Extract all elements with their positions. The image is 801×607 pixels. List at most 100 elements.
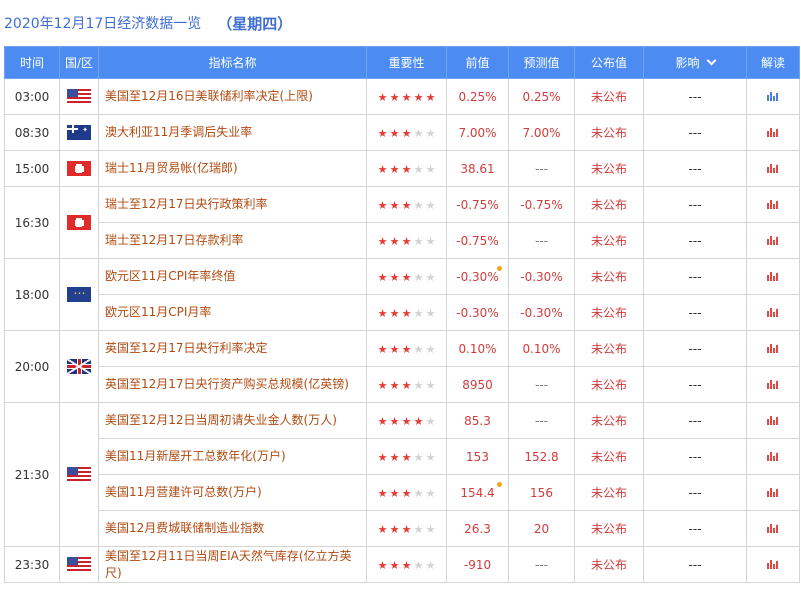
bar-chart-icon[interactable] xyxy=(767,523,779,533)
importance-cell: ★ ★ ★ ★ ★ xyxy=(366,474,447,511)
revised-dot-icon xyxy=(497,266,502,271)
star-icon: ★ xyxy=(401,558,412,572)
region-cell xyxy=(59,546,99,583)
importance-cell: ★ ★ ★ ★ ★ xyxy=(366,438,447,475)
importance-cell: ★ ★ ★ ★ ★ xyxy=(366,78,447,115)
indicator-name-link[interactable]: 美国至12月16日美联储利率决定(上限) xyxy=(98,78,367,115)
importance-cell: ★ ★ ★ ★ ★ xyxy=(366,222,447,259)
star-icon: ★ xyxy=(389,378,400,392)
impact-value: --- xyxy=(643,474,747,511)
star-icon: ★ xyxy=(413,198,424,212)
star-icon: ★ xyxy=(389,414,400,428)
table-row: 欧元区11月CPI月率 ★ ★ ★ ★ ★ -0.30% -0.30% 未公布 --- xyxy=(5,294,800,331)
indicator-name-link[interactable]: 英国至12月17日央行资产购买总规模(亿英镑) xyxy=(98,366,367,403)
star-icon: ★ xyxy=(413,414,424,428)
bar-chart-icon[interactable] xyxy=(767,163,779,173)
table-row: 美国11月新屋开工总数年化(万户) ★ ★ ★ ★ ★ 153 152.8 未公布 --- xyxy=(5,438,800,475)
indicator-name-link[interactable]: 美国12月费城联储制造业指数 xyxy=(98,510,367,547)
forecast-value: 156 xyxy=(508,474,575,511)
star-icon: ★ xyxy=(377,198,388,212)
star-icon: ★ xyxy=(377,414,388,428)
bar-chart-icon[interactable] xyxy=(767,343,779,353)
forecast-value: 0.10% xyxy=(508,330,575,367)
bar-chart-icon[interactable] xyxy=(767,127,779,137)
analysis-cell xyxy=(746,402,800,439)
star-icon: ★ xyxy=(401,198,412,212)
indicator-name-link[interactable]: 欧元区11月CPI月率 xyxy=(98,294,367,331)
previous-value-cell: 8950 xyxy=(446,366,509,403)
indicator-name-link[interactable]: 美国11月新屋开工总数年化(万户) xyxy=(98,438,367,475)
bar-chart-icon[interactable] xyxy=(767,451,779,461)
region-cell xyxy=(59,402,99,547)
star-icon: ★ xyxy=(377,270,388,284)
bar-chart-icon[interactable] xyxy=(767,559,779,569)
star-icon: ★ xyxy=(401,378,412,392)
region-cell xyxy=(59,330,99,403)
star-icon: ★ xyxy=(377,486,388,500)
bar-chart-icon[interactable] xyxy=(767,199,779,209)
importance-stars: ★ ★ ★ ★ ★ xyxy=(377,452,436,463)
indicator-name-link[interactable]: 瑞士至12月17日存款利率 xyxy=(98,222,367,259)
previous-value: 7.00% xyxy=(458,125,497,140)
star-icon: ★ xyxy=(413,522,424,536)
bar-chart-icon[interactable] xyxy=(767,487,779,497)
star-icon: ★ xyxy=(413,126,424,140)
flag-us-icon xyxy=(67,557,91,572)
analysis-cell xyxy=(746,114,800,151)
table-row: 16:30 瑞士至12月17日央行政策利率 ★ ★ ★ ★ ★ -0.75% -0.75% 未公布… xyxy=(4,186,800,259)
star-icon: ★ xyxy=(389,162,400,176)
indicator-name-link[interactable]: 瑞士11月贸易帐(亿瑞郎) xyxy=(98,150,367,187)
bar-chart-icon[interactable] xyxy=(767,271,779,281)
actual-value: 未公布 xyxy=(574,474,644,511)
col-header-forecast: 预测值 xyxy=(508,46,575,79)
actual-value: 未公布 xyxy=(574,114,644,151)
star-icon: ★ xyxy=(377,450,388,464)
bar-chart-icon[interactable] xyxy=(767,415,779,425)
star-icon: ★ xyxy=(401,90,412,104)
actual-value: 未公布 xyxy=(574,258,644,295)
importance-stars: ★ ★ ★ ★ ★ xyxy=(377,128,436,139)
star-icon: ★ xyxy=(413,450,424,464)
actual-value: 未公布 xyxy=(574,402,644,439)
indicator-name-link[interactable]: 瑞士至12月17日央行政策利率 xyxy=(98,186,367,223)
time-cell: 03:00 xyxy=(4,78,60,115)
importance-stars: ★ ★ ★ ★ ★ xyxy=(377,560,436,571)
star-icon: ★ xyxy=(389,234,400,248)
actual-value: 未公布 xyxy=(574,150,644,187)
indicator-name-link[interactable]: 欧元区11月CPI年率终值 xyxy=(98,258,367,295)
star-icon: ★ xyxy=(425,414,436,428)
region-cell xyxy=(59,150,99,187)
indicator-name-link[interactable]: 美国至12月11日当周EIA天然气库存(亿立方英尺) xyxy=(98,546,367,583)
bar-chart-icon[interactable] xyxy=(767,235,779,245)
analysis-cell xyxy=(746,474,800,511)
impact-value: --- xyxy=(643,258,747,295)
impact-value: --- xyxy=(643,366,747,403)
previous-value: 38.61 xyxy=(460,161,495,176)
bar-chart-icon[interactable] xyxy=(767,307,779,317)
indicator-name-link[interactable]: 澳大利亚11月季调后失业率 xyxy=(98,114,367,151)
region-cell xyxy=(59,186,99,259)
analysis-cell xyxy=(746,510,800,547)
bar-chart-icon[interactable] xyxy=(767,91,779,101)
indicator-name-link[interactable]: 美国11月营建许可总数(万户) xyxy=(98,474,367,511)
indicator-name-link[interactable]: 英国至12月17日央行利率决定 xyxy=(98,330,367,367)
importance-stars: ★ ★ ★ ★ ★ xyxy=(377,92,436,103)
impact-filter-dropdown[interactable]: 影响 xyxy=(643,46,747,79)
analysis-cell xyxy=(746,222,800,259)
star-icon: ★ xyxy=(425,234,436,248)
star-icon: ★ xyxy=(425,306,436,320)
table-row: 15:00 瑞士11月贸易帐(亿瑞郎) ★ ★ ★ ★ ★ 38.61 --- 未公布 --- xyxy=(4,150,800,187)
previous-value-cell: 38.61 xyxy=(446,150,509,187)
impact-value: --- xyxy=(643,438,747,475)
analysis-cell xyxy=(746,330,800,367)
col-header-time: 时间 xyxy=(4,46,60,79)
previous-value-cell: 7.00% xyxy=(446,114,509,151)
bar-chart-icon[interactable] xyxy=(767,379,779,389)
time-cell: 08:30 xyxy=(4,114,60,151)
star-icon: ★ xyxy=(401,522,412,536)
impact-value: --- xyxy=(643,546,747,583)
importance-stars: ★ ★ ★ ★ ★ xyxy=(377,272,436,283)
impact-value: --- xyxy=(643,402,747,439)
star-icon: ★ xyxy=(389,126,400,140)
indicator-name-link[interactable]: 美国至12月12日当周初请失业金人数(万人) xyxy=(98,402,367,439)
